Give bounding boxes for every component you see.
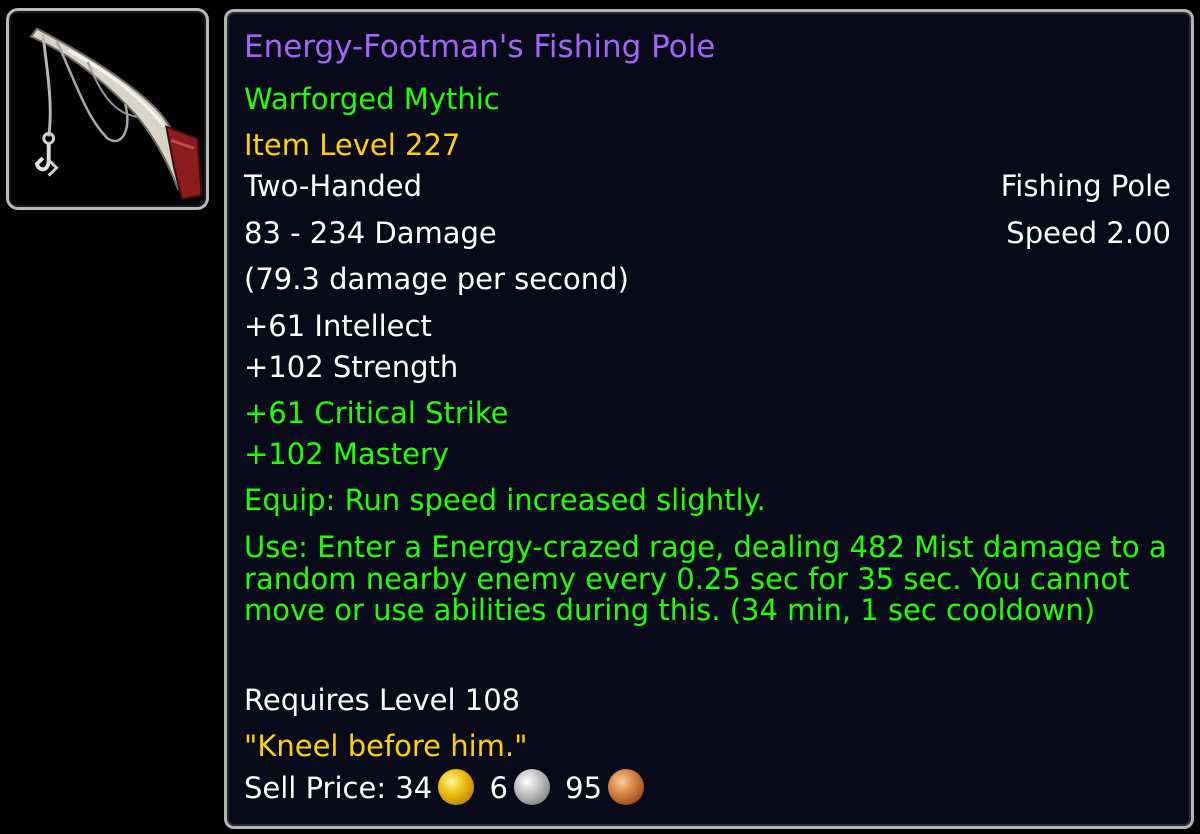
slot-type-row: Two-Handed Fishing Pole [244, 169, 1171, 203]
sell-gold-amount: 34 [395, 771, 433, 805]
flavor-text: "Kneel before him." [244, 729, 528, 763]
stat-strength: +102 Strength [244, 350, 459, 384]
item-damage: 83 - 234 Damage [244, 216, 497, 250]
stat-intellect: +61 Intellect [244, 309, 432, 343]
item-tooltip: Energy-Footman's Fishing Pole Warforged … [224, 9, 1194, 829]
copper-coin-icon [608, 769, 645, 805]
item-dps: (79.3 damage per second) [244, 262, 629, 296]
item-icon-frame[interactable] [6, 8, 209, 210]
gold-coin-icon [438, 769, 475, 805]
equip-effect: Equip: Run speed increased slightly. [244, 483, 766, 517]
silver-coin-icon [513, 769, 550, 805]
stat-critical-strike: +61 Critical Strike [244, 396, 509, 430]
fishing-pole-icon [29, 27, 203, 201]
sell-price-label: Sell Price: [244, 771, 387, 805]
sell-copper-amount: 95 [565, 771, 603, 805]
sell-price: Sell Price: 34 6 95 [244, 769, 1171, 805]
sell-silver-amount: 6 [489, 771, 508, 805]
item-level: Item Level 227 [244, 128, 461, 162]
item-speed: Speed 2.00 [1006, 216, 1171, 250]
item-slot: Two-Handed [244, 169, 422, 203]
stat-mastery: +102 Mastery [244, 437, 450, 471]
damage-speed-row: 83 - 234 Damage Speed 2.00 [244, 216, 1171, 250]
item-name: Energy-Footman's Fishing Pole [244, 29, 716, 65]
required-level: Requires Level 108 [244, 683, 521, 717]
item-tier: Warforged Mythic [244, 82, 500, 116]
use-effect: Use: Enter a Energy-crazed rage, dealing… [244, 530, 1167, 627]
item-type: Fishing Pole [1000, 169, 1171, 203]
